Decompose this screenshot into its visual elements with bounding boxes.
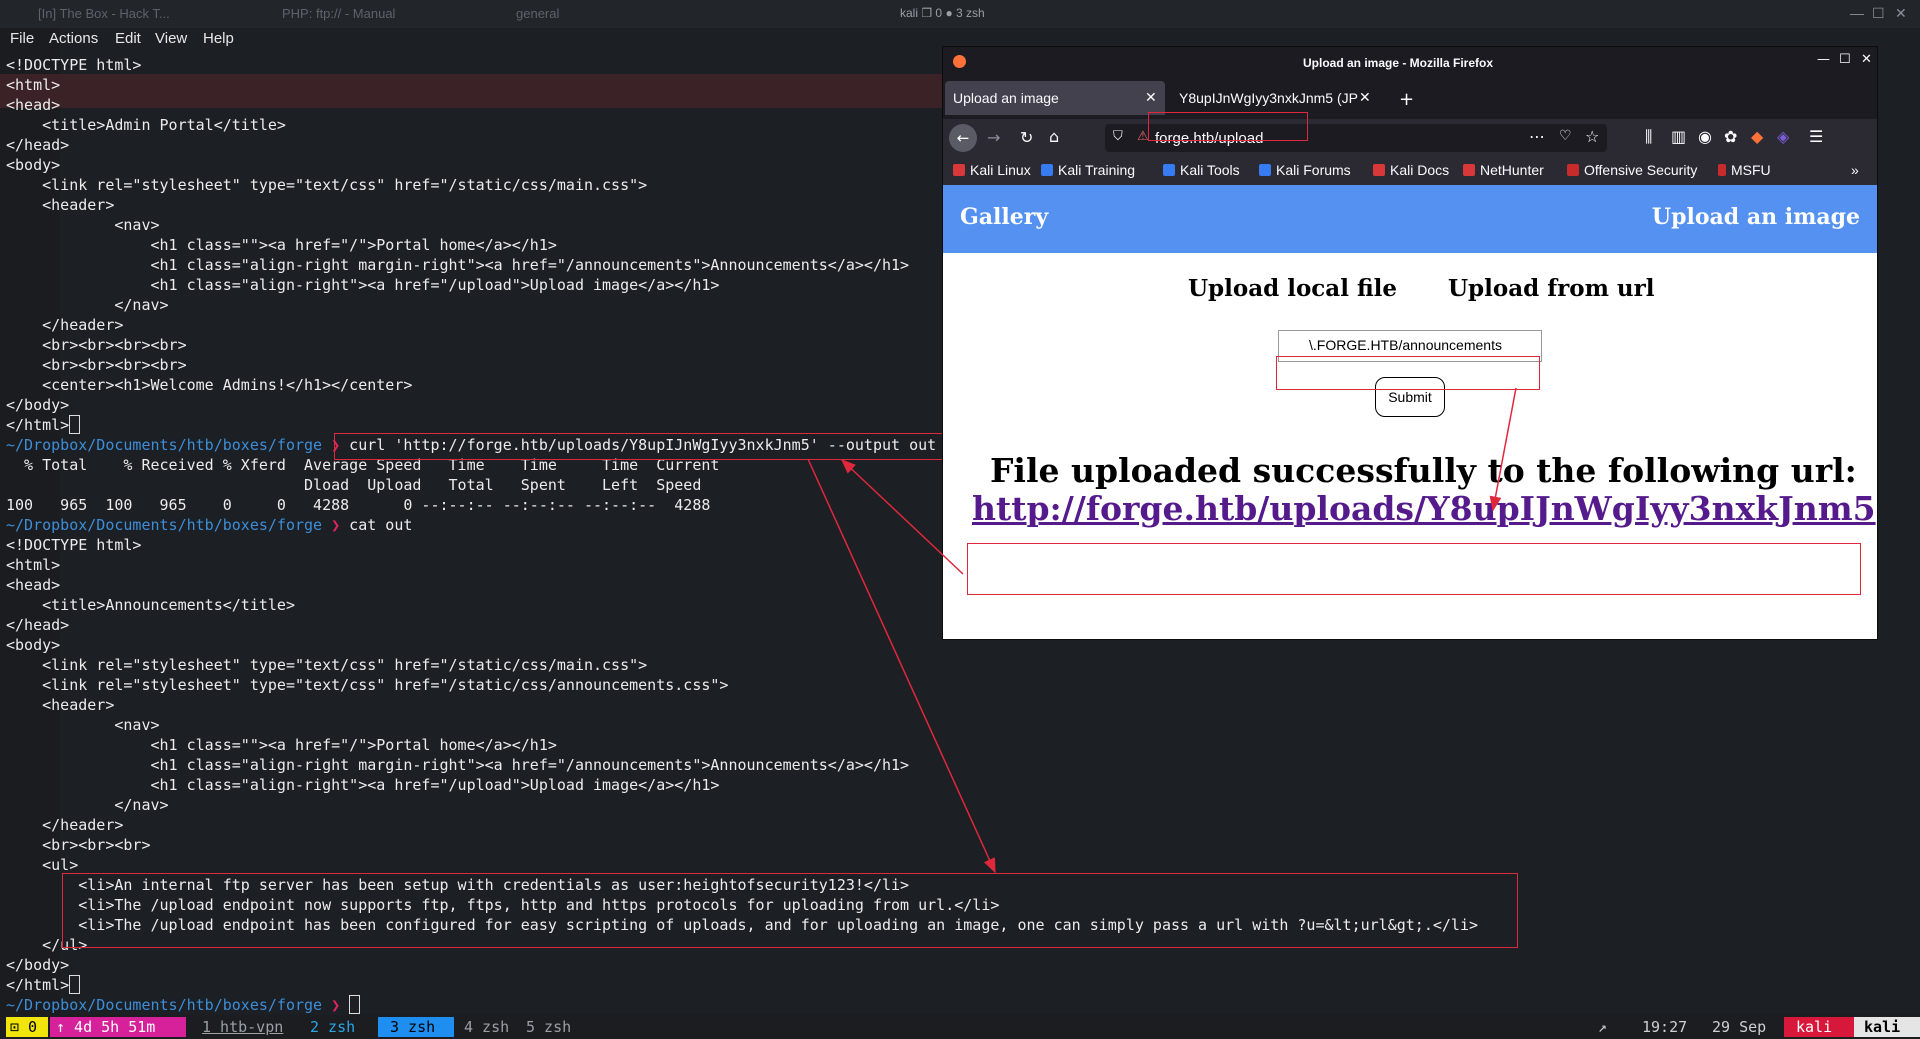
annotation-arrows [807, 387, 1517, 874]
arrow-curl-to-announcements [807, 458, 996, 874]
arrow-input-to-result [1489, 387, 1517, 512]
arrow-result-to-curl [840, 458, 964, 575]
